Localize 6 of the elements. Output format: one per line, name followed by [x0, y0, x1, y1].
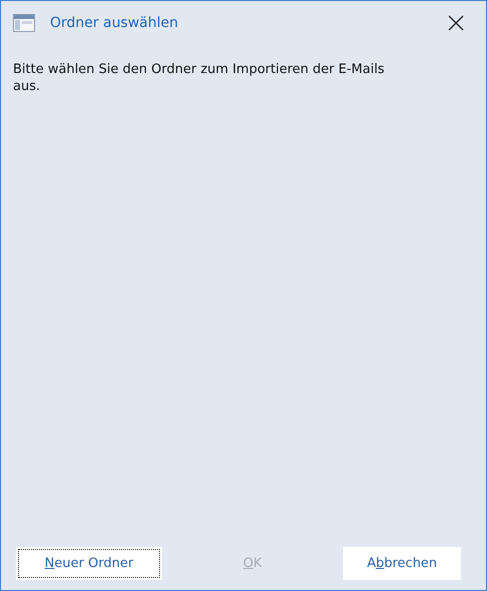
window-icon [13, 14, 35, 32]
new-folder-button[interactable]: Neuer Ordner [16, 547, 162, 580]
close-icon[interactable] [448, 15, 464, 31]
cancel-button[interactable]: Abbrechen [343, 547, 461, 580]
window-title: Ordner auswählen [50, 15, 180, 31]
instruction-text: Bitte wählen Sie den Ordner zum Importieren der E-Mails aus. [13, 61, 386, 95]
